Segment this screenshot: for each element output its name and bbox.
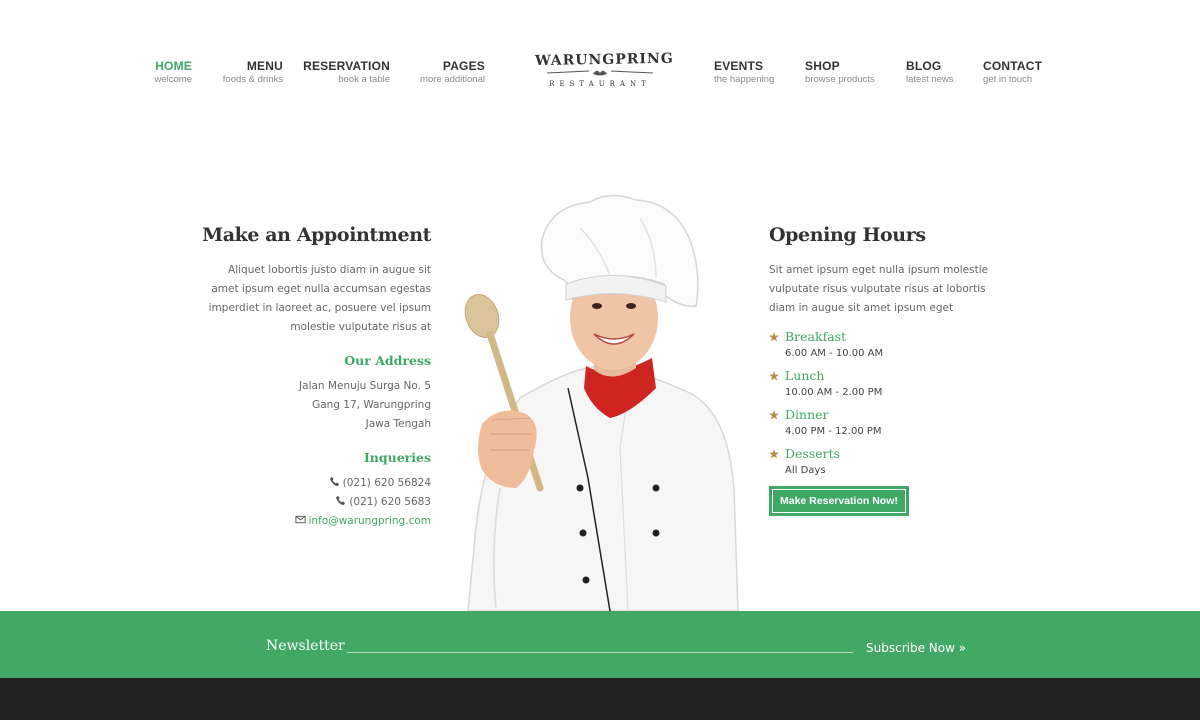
meal-name: Dinner <box>785 407 829 422</box>
newsletter-bar: Newsletter Subscribe Now » <box>0 611 1200 678</box>
restaurant-logo[interactable]: WARUNGPRING RESTAURANT <box>534 50 674 94</box>
email-link[interactable]: info@warungpring.com <box>309 515 432 527</box>
meal-time: 10.00 AM - 2.00 PM <box>785 387 883 398</box>
nav-item-subtitle: the happening <box>714 74 775 85</box>
nav-item-title: HOME <box>155 59 192 73</box>
nav-item-title: EVENTS <box>714 59 764 73</box>
envelope-icon <box>294 515 306 524</box>
subscribe-button[interactable]: Subscribe Now » <box>866 641 966 655</box>
meal-item-desserts: Desserts All Days <box>769 445 1009 484</box>
address-line: Gang 17, Warungpring <box>312 399 431 411</box>
nav-item-subtitle: book a table <box>338 74 390 85</box>
nav-item-subtitle: more additional <box>420 74 485 85</box>
make-reservation-button[interactable]: Make Reservation Now! <box>769 486 909 516</box>
meal-name: Lunch <box>785 368 825 383</box>
email-line[interactable]: info@warungpring.com <box>200 512 431 531</box>
phone-number: (021) 620 56824 <box>342 477 431 489</box>
meal-item-lunch: Lunch 10.00 AM - 2.00 PM <box>769 367 1009 406</box>
star-icon <box>769 371 779 381</box>
phone-number: (021) 620 5683 <box>349 496 431 508</box>
meal-time: 6.00 AM - 10.00 AM <box>785 348 884 359</box>
phone-icon <box>329 476 339 487</box>
star-icon <box>769 332 779 342</box>
nav-item-contact[interactable]: CONTACT get in touch <box>983 58 1053 86</box>
appointment-section: Make an Appointment Aliquet lobortis jus… <box>200 224 431 531</box>
logo-subtitle: RESTAURANT <box>549 80 651 88</box>
phone-line[interactable]: (021) 620 56824 <box>200 474 431 493</box>
address-title: Our Address <box>344 353 431 368</box>
nav-item-shop[interactable]: SHOP browse products <box>805 58 890 86</box>
address-line: Jalan Menuju Surga No. 5 <box>299 380 431 392</box>
newsletter-title: Newsletter <box>266 638 345 654</box>
inquiries-block: (021) 620 56824 (021) 620 5683 info@waru… <box>200 474 431 531</box>
nav-item-subtitle: browse products <box>805 74 875 85</box>
nav-item-title: SHOP <box>805 59 840 73</box>
nav-item-pages[interactable]: PAGES more additional <box>405 58 485 86</box>
phone-line[interactable]: (021) 620 5683 <box>200 493 431 512</box>
nav-item-events[interactable]: EVENTS the happening <box>714 58 794 86</box>
appointment-text: Aliquet lobortis justo diam in augue sit… <box>208 264 431 333</box>
inquiries-title: Inqueries <box>363 450 431 465</box>
nav-item-subtitle: foods & drinks <box>222 74 283 85</box>
appointment-title: Make an Appointment <box>202 224 431 246</box>
meal-time: 4.00 PM - 12.00 PM <box>785 426 882 437</box>
nav-item-home[interactable]: HOME welcome <box>154 58 193 86</box>
opening-hours-title: Opening Hours <box>769 224 926 246</box>
nav-item-title: PAGES <box>442 59 485 73</box>
meal-item-dinner: Dinner 4.00 PM - 12.00 PM <box>769 406 1009 445</box>
nav-item-title: RESERVATION <box>303 59 390 73</box>
footer <box>0 678 1200 720</box>
chef-image <box>464 194 739 611</box>
nav-item-title: CONTACT <box>983 59 1043 73</box>
logo-ornament <box>535 68 665 78</box>
nav-item-subtitle: latest news <box>906 74 954 85</box>
address-block: Jalan Menuju Surga No. 5 Gang 17, Warung… <box>200 377 431 434</box>
star-icon <box>769 449 779 459</box>
meal-name: Breakfast <box>785 329 847 344</box>
nav-item-title: BLOG <box>906 59 942 73</box>
nav-item-blog[interactable]: BLOG latest news <box>906 58 966 86</box>
nav-item-title: MENU <box>246 59 283 73</box>
meal-time: All Days <box>785 465 826 476</box>
make-reservation-label: Make Reservation Now! <box>772 489 906 513</box>
meal-list: Breakfast 6.00 AM - 10.00 AM Lunch 10.00… <box>769 328 1009 484</box>
opening-hours-section: Opening Hours Sit amet ipsum eget nulla … <box>769 224 1009 516</box>
meal-item-breakfast: Breakfast 6.00 AM - 10.00 AM <box>769 328 1009 367</box>
opening-hours-text: Sit amet ipsum eget nulla ipsum molestie… <box>769 264 989 314</box>
nav-item-reservation[interactable]: RESERVATION book a table <box>300 58 390 86</box>
address-line: Jawa Tengah <box>365 418 431 430</box>
nav-item-menu[interactable]: MENU foods & drinks <box>213 58 283 86</box>
meal-name: Desserts <box>785 446 841 461</box>
star-icon <box>769 410 779 420</box>
nav-item-subtitle: welcome <box>154 74 193 85</box>
logo-name: WARUNGPRING <box>534 50 674 70</box>
phone-icon <box>336 495 346 506</box>
nav-item-subtitle: get in touch <box>983 74 1033 85</box>
newsletter-email-input[interactable] <box>347 652 853 653</box>
